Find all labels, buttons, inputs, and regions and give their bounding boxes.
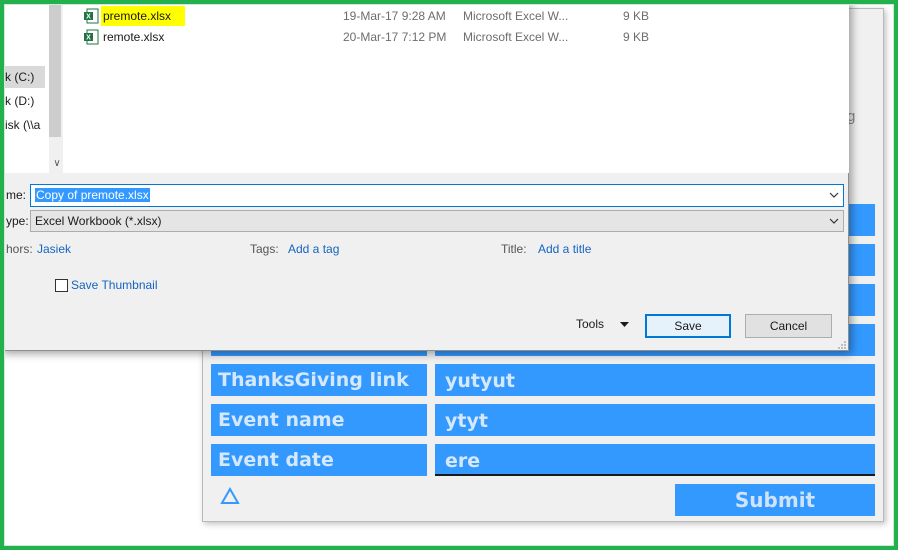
form-side-text: g [847,108,856,125]
file-name: premote.xlsx [101,6,186,26]
filetype-select[interactable]: Excel Workbook (*.xlsx) [30,210,844,232]
nav-scrollbar[interactable]: ∨ [49,1,61,173]
triangle-icon [220,487,240,504]
form-value-input[interactable]: ytyt [435,404,875,436]
form-value-input[interactable]: yutyut [435,364,875,396]
title-input[interactable]: Add a title [538,242,591,256]
submit-button[interactable]: Submit [675,484,875,516]
save-thumbnail-label[interactable]: Save Thumbnail [71,278,158,292]
form-field-block[interactable] [848,244,875,276]
excel-file-icon: X [84,8,99,24]
file-date: 20-Mar-17 7:12 PM [343,30,447,44]
svg-text:X: X [86,14,91,21]
form-row-event-date: Event date ere [211,444,875,476]
authors-label: hors: [6,242,33,256]
file-name: remote.xlsx [103,30,165,44]
nav-item-drive-c[interactable]: k (C:) [5,66,45,88]
save-thumbnail-checkbox[interactable] [55,279,68,292]
filetype-value: Excel Workbook (*.xlsx) [35,214,162,228]
scroll-down-icon[interactable]: ∨ [49,157,61,171]
file-row[interactable]: X remote.xlsx 20-Mar-17 7:12 PM Microsof… [63,27,849,47]
form-field-block[interactable] [848,284,875,316]
nav-item-network-disk[interactable]: isk (\\a [5,114,45,136]
form-label: Event name [211,404,427,436]
filetype-label: ype: [6,214,29,228]
nav-item-drive-d[interactable]: k (D:) [5,90,45,112]
tags-label: Tags: [250,242,279,256]
excel-file-icon: X [84,29,99,45]
cancel-button[interactable]: Cancel [745,314,832,338]
resize-grip-icon[interactable] [837,340,847,350]
chevron-down-icon[interactable] [829,216,839,226]
file-size: 9 KB [622,30,649,44]
file-date: 19-Mar-17 9:28 AM [343,9,446,23]
form-value-input[interactable]: ere [435,444,875,476]
form-label: ThanksGiving link [211,364,427,396]
filename-input[interactable]: Copy of premote.xlsx [30,184,844,207]
filename-value: Copy of premote.xlsx [35,188,150,202]
save-button[interactable]: Save [645,314,731,338]
filename-label: me: [6,188,27,202]
navigation-pane: k (C:) k (D:) isk (\\a ∨ [5,1,61,173]
file-type: Microsoft Excel W... [463,9,569,23]
file-list: X premote.xlsx 19-Mar-17 9:28 AM Microso… [63,1,849,173]
svg-text:X: X [86,35,91,42]
scroll-thumb[interactable] [49,1,61,137]
file-row[interactable]: X premote.xlsx 19-Mar-17 9:28 AM Microso… [63,6,849,26]
file-type: Microsoft Excel W... [463,30,569,44]
file-size: 9 KB [622,9,649,23]
save-as-dialog: k (C:) k (D:) isk (\\a ∨ X premote.xlsx … [0,0,849,351]
caret-down-icon[interactable] [620,322,629,328]
form-field-block[interactable] [848,204,875,236]
chevron-down-icon[interactable] [829,190,839,200]
form-row-thanksgiving-link: ThanksGiving link yutyut [211,364,875,396]
form-label: Event date [211,444,427,476]
tags-input[interactable]: Add a tag [288,242,339,256]
form-row-event-name: Event name ytyt [211,404,875,436]
title-label: Title: [501,242,527,256]
authors-value[interactable]: Jasiek [37,242,71,256]
